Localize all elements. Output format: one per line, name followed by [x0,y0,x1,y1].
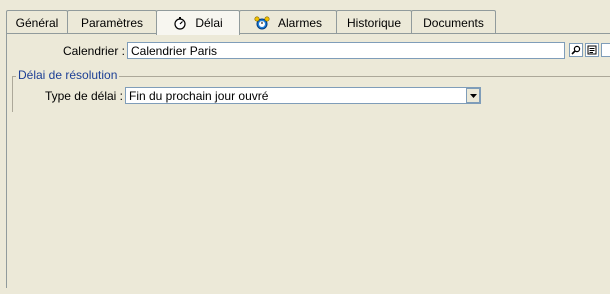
resolution-group-title: Délai de résolution [16,68,120,82]
tab-documents[interactable]: Documents [411,10,496,34]
tab-historique[interactable]: Historique [336,10,412,34]
magnifier-icon[interactable] [569,43,583,57]
stopwatch-icon [173,16,187,30]
calendar-value: Calendrier Paris [131,44,218,58]
more-icon[interactable] [601,43,610,57]
form-icon[interactable] [585,43,599,57]
tab-delai-label: Délai [195,16,223,30]
calendar-label: Calendrier : [62,44,125,58]
tab-strip: Général Paramètres Délai Alarmes Histori [6,10,496,35]
calendar-field[interactable]: Calendrier Paris [127,42,565,59]
delay-type-select[interactable]: Fin du prochain jour ouvré [125,87,481,104]
delay-type-label: Type de délai : [44,89,123,103]
tab-historique-label: Historique [346,15,402,30]
tab-alarmes[interactable]: Alarmes [239,10,337,34]
tab-alarmes-label: Alarmes [277,15,322,30]
chevron-down-icon[interactable] [466,88,480,103]
tab-documents-label: Documents [423,15,484,30]
delay-type-value: Fin du prochain jour ouvré [129,89,269,103]
tab-parametres-label: Paramètres [80,15,144,30]
tab-general[interactable]: Général [6,10,68,34]
tab-general-label: Général [15,15,59,30]
tab-parametres[interactable]: Paramètres [67,10,157,34]
alarm-clock-icon [254,15,270,30]
tab-delai[interactable]: Délai [156,10,240,35]
